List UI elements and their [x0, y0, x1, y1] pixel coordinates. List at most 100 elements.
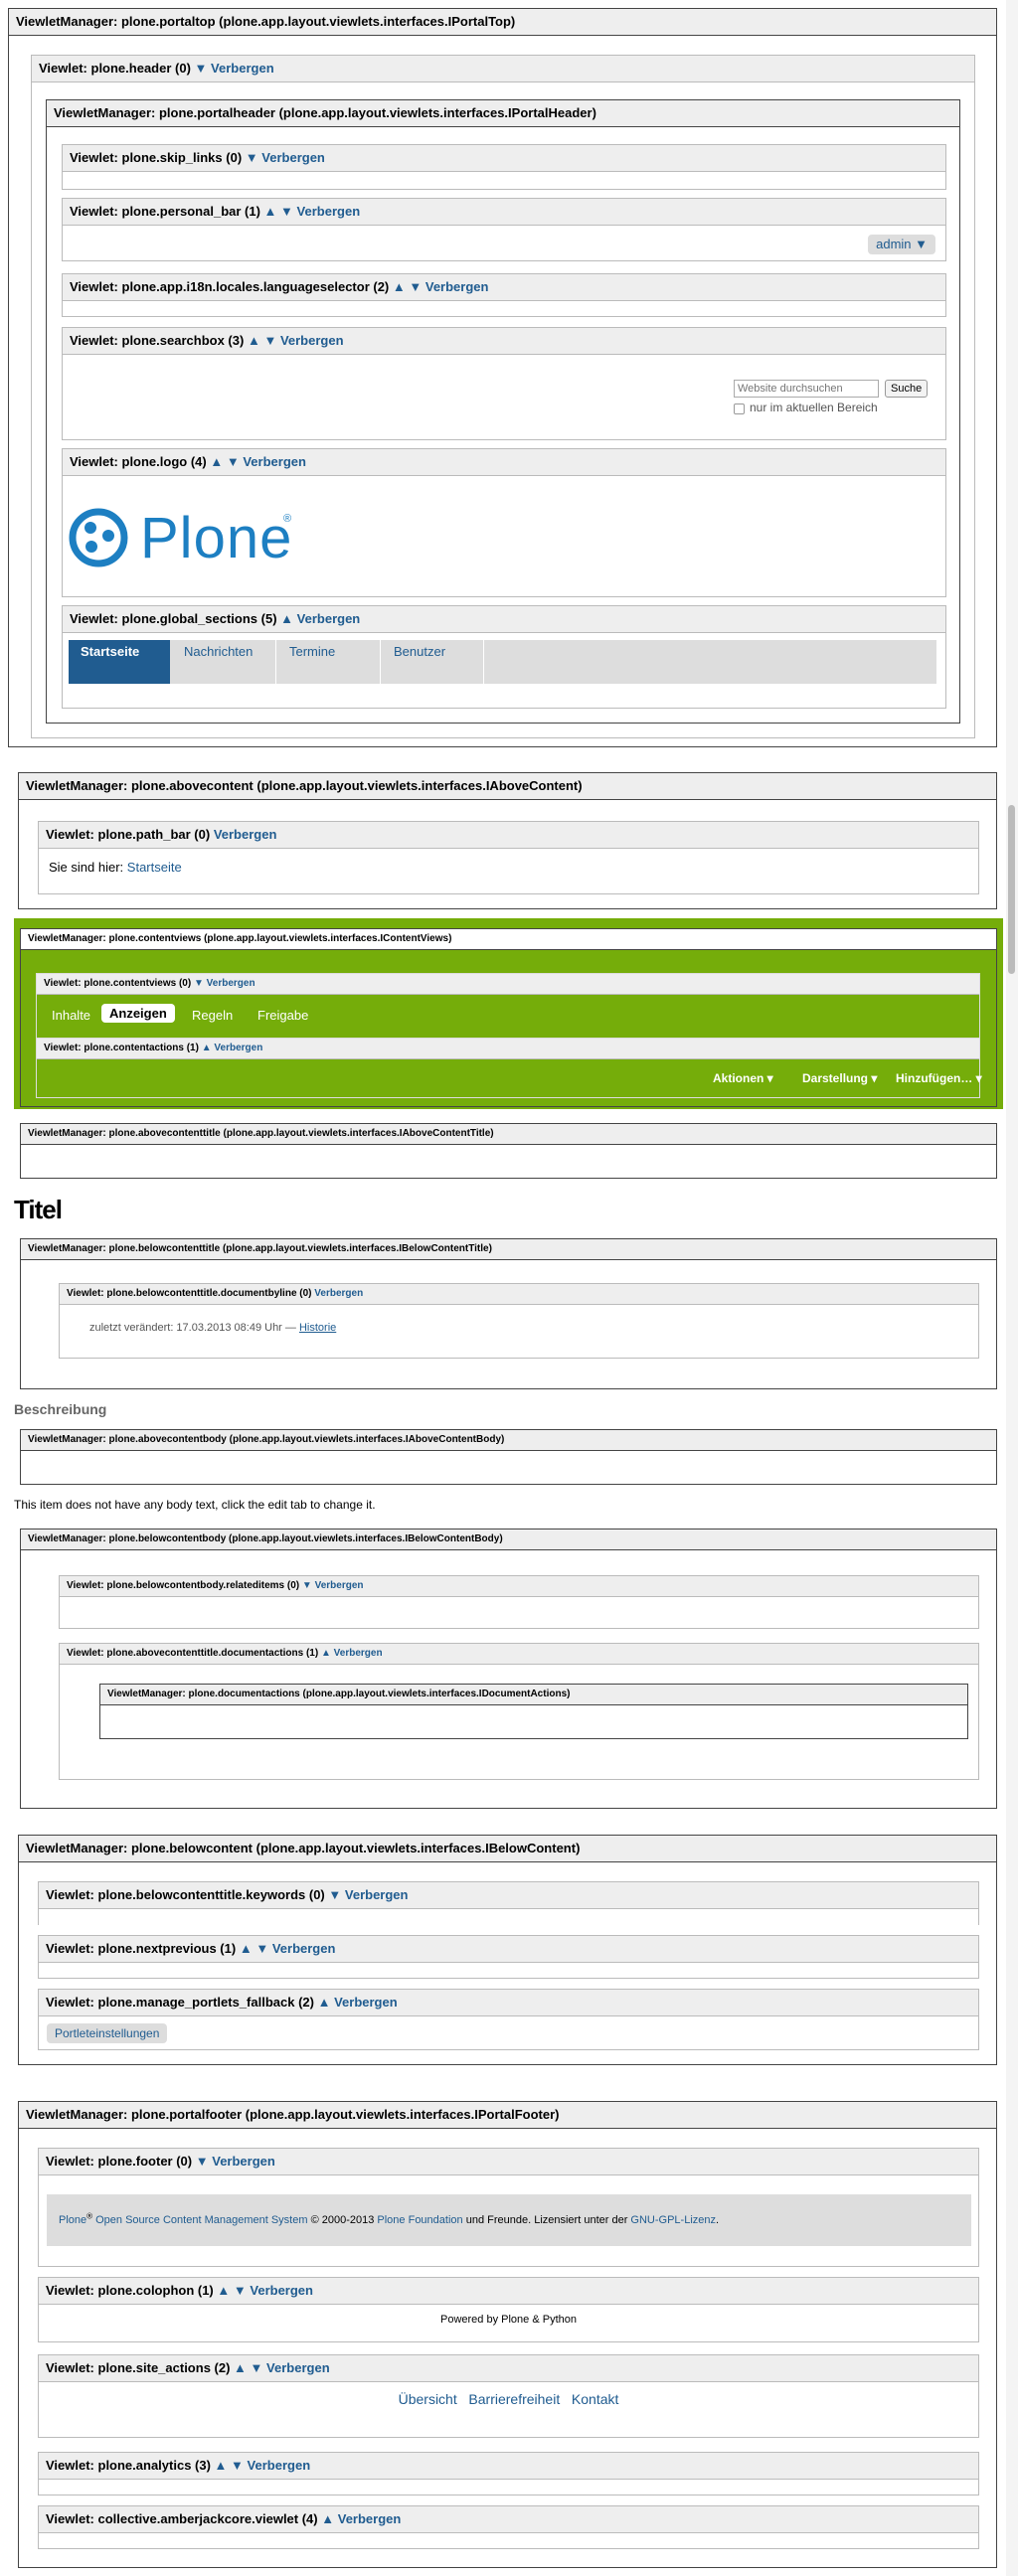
hide-link[interactable]: Verbergen [212, 2154, 275, 2169]
admin-menu-button[interactable]: admin ▼ [868, 235, 935, 254]
hide-link[interactable]: Verbergen [207, 978, 255, 989]
hide-link[interactable]: Verbergen [261, 150, 325, 165]
move-down-icon[interactable]: ▼ [231, 2458, 244, 2473]
language-selector-viewlet: Viewlet: plone.app.i18n.locales.language… [62, 273, 946, 317]
hide-link[interactable]: Verbergen [280, 333, 344, 348]
move-up-icon[interactable]: ▲ [215, 2458, 228, 2473]
hide-link[interactable]: Verbergen [248, 2458, 311, 2473]
move-down-icon[interactable]: ▼ [227, 454, 240, 469]
move-down-icon[interactable]: ▼ [234, 2283, 247, 2298]
page-title: Titel [14, 1195, 63, 1224]
hide-link[interactable]: Verbergen [297, 611, 361, 626]
tab-freigabe[interactable]: Freigabe [257, 1008, 308, 1023]
move-down-icon[interactable]: ▼ [280, 204, 293, 219]
move-up-icon[interactable]: ▲ [280, 611, 293, 626]
move-down-icon[interactable]: ▼ [328, 1887, 341, 1902]
site-actions-viewlet: Viewlet: plone.site_actions (2) ▲ ▼ Verb… [38, 2354, 979, 2438]
global-sections-viewlet: Viewlet: plone.global_sections (5) ▲ Ver… [62, 605, 946, 709]
portalfooter-manager: ViewletManager: plone.portalfooter (plon… [18, 2101, 997, 2568]
hide-link[interactable]: Verbergen [334, 1648, 383, 1659]
belowcontenttitle-manager: ViewletManager: plone.belowcontenttitle … [20, 1238, 997, 1389]
move-up-icon[interactable]: ▲ [321, 2511, 334, 2526]
move-down-icon[interactable]: ▼ [302, 1580, 312, 1591]
move-down-icon[interactable]: ▼ [195, 61, 208, 76]
move-up-icon[interactable]: ▲ [264, 204, 277, 219]
documentactions-viewlet: Viewlet: plone.abovecontenttitle.documen… [59, 1643, 979, 1780]
hide-link[interactable]: Verbergen [425, 279, 489, 294]
move-down-icon[interactable]: ▼ [246, 150, 258, 165]
hide-link[interactable]: Verbergen [315, 1580, 364, 1591]
hide-link[interactable]: Verbergen [345, 1887, 409, 1902]
move-down-icon[interactable]: ▼ [251, 2360, 263, 2375]
hide-link[interactable]: Verbergen [314, 1288, 363, 1299]
move-up-icon[interactable]: ▲ [318, 1995, 331, 2010]
tab-termine[interactable]: Termine [277, 640, 381, 684]
move-up-icon[interactable]: ▲ [248, 333, 260, 348]
hide-link[interactable]: Verbergen [338, 2511, 402, 2526]
contact-link[interactable]: Kontakt [572, 2391, 618, 2407]
contentviews-viewlet: Viewlet: plone.contentviews (0) ▼ Verber… [36, 973, 980, 1039]
move-down-icon[interactable]: ▼ [196, 2154, 209, 2169]
hide-link[interactable]: Verbergen [266, 2360, 330, 2375]
add-menu[interactable]: Hinzufügen… ▾ [896, 1071, 982, 1085]
breadcrumb: Sie sind hier: Startseite [49, 860, 182, 875]
tab-benutzer[interactable]: Benutzer [382, 640, 484, 684]
footer-viewlet: Viewlet: plone.footer (0) ▼ Verbergen Pl… [38, 2148, 979, 2267]
move-up-icon[interactable]: ▲ [321, 1648, 331, 1659]
scrollbar-thumb[interactable] [1008, 805, 1015, 974]
page-description: Beschreibung [14, 1401, 107, 1417]
accessibility-link[interactable]: Barrierefreiheit [468, 2391, 560, 2407]
hide-link[interactable]: Verbergen [211, 61, 274, 76]
move-down-icon[interactable]: ▼ [255, 1941, 268, 1956]
hide-link[interactable]: Verbergen [214, 827, 277, 842]
site-actions: Übersicht Barrierefreiheit Kontakt [39, 2391, 978, 2407]
path-bar-viewlet: Viewlet: plone.path_bar (0) Verbergen Si… [38, 821, 979, 894]
personal-bar-viewlet: Viewlet: plone.personal_bar (1) ▲ ▼ Verb… [62, 198, 946, 261]
gpl-link[interactable]: GNU-GPL-Lizenz [630, 2214, 716, 2226]
hide-link[interactable]: Verbergen [250, 2283, 313, 2298]
search-input[interactable] [734, 380, 879, 398]
move-down-icon[interactable]: ▼ [409, 279, 422, 294]
hide-link[interactable]: Verbergen [334, 1995, 398, 2010]
move-up-icon[interactable]: ▲ [240, 1941, 253, 1956]
body-text: This item does not have any body text, c… [14, 1498, 376, 1512]
plone-logo[interactable]: Plone ® [69, 505, 307, 574]
tab-startseite[interactable]: Startseite [69, 640, 170, 684]
edit-bar: ViewletManager: plone.contentviews (plon… [14, 918, 1003, 1109]
plone-foundation-link[interactable]: Plone Foundation [377, 2214, 462, 2226]
move-up-icon[interactable]: ▲ [217, 2283, 230, 2298]
analytics-viewlet: Viewlet: plone.analytics (3) ▲ ▼ Verberg… [38, 2452, 979, 2496]
move-down-icon[interactable]: ▼ [263, 333, 276, 348]
header-viewlet: Viewlet: plone.header (0) ▼ Verbergen Vi… [31, 55, 975, 738]
hide-link[interactable]: Verbergen [272, 1941, 336, 1956]
move-up-icon[interactable]: ▲ [234, 2360, 247, 2375]
document-byline: zuletzt verändert: 17.03.2013 08:49 Uhr … [89, 1322, 337, 1334]
display-menu[interactable]: Darstellung ▾ [802, 1071, 877, 1085]
scrollbar[interactable] [1006, 0, 1018, 2576]
oss-link[interactable]: Open Source Content Management System [95, 2214, 307, 2226]
actions-menu[interactable]: Aktionen ▾ [713, 1071, 773, 1085]
amberjack-viewlet: Viewlet: collective.amberjackcore.viewle… [38, 2505, 979, 2549]
move-up-icon[interactable]: ▲ [210, 454, 223, 469]
plone-link[interactable]: Plone [59, 2214, 86, 2226]
search-button[interactable]: Suche [885, 380, 929, 398]
move-down-icon[interactable]: ▼ [194, 978, 204, 989]
tab-anzeigen[interactable]: Anzeigen [101, 1004, 175, 1023]
hide-link[interactable]: Verbergen [243, 454, 306, 469]
sitemap-link[interactable]: Übersicht [399, 2391, 457, 2407]
move-up-icon[interactable]: ▲ [202, 1043, 212, 1053]
move-up-icon[interactable]: ▲ [393, 279, 406, 294]
hide-link[interactable]: Verbergen [214, 1043, 262, 1053]
tab-inhalte[interactable]: Inhalte [52, 1008, 90, 1023]
skip-links-viewlet: Viewlet: plone.skip_links (0) ▼ Verberge… [62, 144, 946, 190]
global-nav: Startseite Nachrichten Termine Benutzer [69, 640, 936, 684]
hide-link[interactable]: Verbergen [297, 204, 361, 219]
abovecontent-manager: ViewletManager: plone.abovecontent (plon… [18, 772, 997, 909]
breadcrumb-home-link[interactable]: Startseite [127, 860, 182, 875]
scope-checkbox[interactable] [734, 403, 745, 414]
tab-nachrichten[interactable]: Nachrichten [172, 640, 276, 684]
footer-box: Plone® Open Source Content Management Sy… [47, 2194, 971, 2246]
tab-regeln[interactable]: Regeln [192, 1008, 233, 1023]
history-link[interactable]: Historie [299, 1322, 336, 1334]
portlet-settings-button[interactable]: Portleteinstellungen [47, 2023, 168, 2043]
